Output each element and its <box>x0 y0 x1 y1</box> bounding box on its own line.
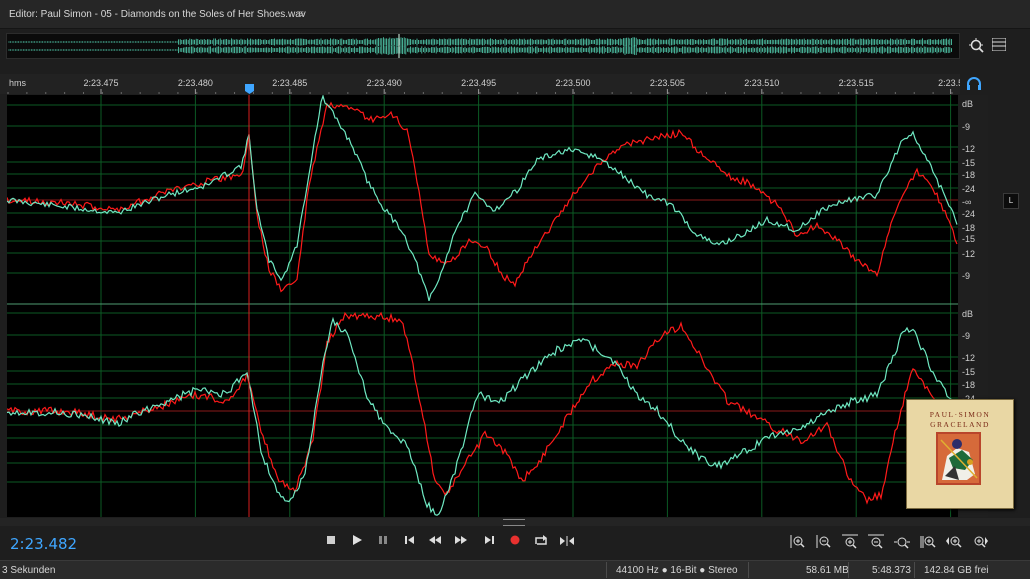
db-label: -9 <box>962 271 970 281</box>
channel-label-left[interactable]: L <box>1003 193 1019 209</box>
ruler-tick-label: 2:23.515 <box>839 78 874 88</box>
db-label: -9 <box>962 331 970 341</box>
fast-forward-button[interactable] <box>453 535 469 549</box>
db-label: -∞ <box>962 197 971 207</box>
db-label: -12 <box>962 353 975 363</box>
ruler-tick-label: 2:23.480 <box>178 78 213 88</box>
album-title-text: GRACELAND <box>930 420 990 429</box>
db-label: -18 <box>962 170 975 180</box>
record-button[interactable] <box>507 535 523 549</box>
overview-svg <box>8 34 952 58</box>
zoom-right-icon <box>974 536 988 548</box>
ruler-svg: hms 2:23.475 2:23.480 2:23.485 2:23.490 2:23… <box>7 78 960 94</box>
scrollbar-grip[interactable] <box>503 519 525 526</box>
ruler-tick-label: 2:23.5 <box>938 78 960 88</box>
loop-icon <box>535 535 547 545</box>
zoom-full-icon <box>894 537 910 549</box>
bottom-channel-green-waveform <box>7 316 958 516</box>
stop-button[interactable] <box>323 535 339 549</box>
db-label: -18 <box>962 223 975 233</box>
status-file-size: 58.61 MB <box>806 565 849 576</box>
ruler-tick-label: 2:23.510 <box>744 78 779 88</box>
zoom-in-selection-icon <box>920 536 936 548</box>
db-label: -24 <box>962 184 975 194</box>
menu-icon[interactable]: ≡ <box>298 9 304 20</box>
pause-icon <box>379 536 387 544</box>
list-icon[interactable] <box>991 37 1007 52</box>
play-button[interactable] <box>349 535 365 549</box>
db-label: dB <box>962 309 973 319</box>
rewind-icon <box>429 536 441 544</box>
top-channel-green-waveform <box>7 95 958 302</box>
status-separator <box>606 562 607 578</box>
status-format: 44100 Hz ● 16-Bit ● Stereo <box>616 565 738 576</box>
album-art: PAUL·SIMON GRACELAND <box>906 399 1014 509</box>
zoom-left-button[interactable] <box>944 534 964 550</box>
zoom-out-amplitude-button[interactable] <box>814 534 834 550</box>
skip-to-end-button[interactable] <box>481 535 497 549</box>
status-bar: 3 Sekunden 44100 Hz ● 16-Bit ● Stereo 58… <box>0 560 1030 579</box>
zoom-in-time-button[interactable] <box>840 534 860 550</box>
pause-button[interactable] <box>375 535 391 549</box>
zoom-full-button[interactable] <box>892 534 912 550</box>
skip-selection-button[interactable] <box>559 535 575 549</box>
album-artist-text: PAUL·SIMON <box>930 410 991 419</box>
zoom-in-amplitude-button[interactable] <box>788 534 808 550</box>
status-duration: 3 Sekunden <box>2 565 56 576</box>
zoom-right-button[interactable] <box>970 534 990 550</box>
status-total-time: 5:48.373 <box>872 565 911 576</box>
skip-start-icon <box>404 536 414 544</box>
db-label: -12 <box>962 144 975 154</box>
album-illustration <box>936 432 981 485</box>
fast-forward-icon <box>455 536 467 544</box>
db-label: -15 <box>962 367 975 377</box>
rewind-button[interactable] <box>427 535 443 549</box>
record-icon <box>510 535 520 545</box>
ruler-tick-label: 2:23.500 <box>555 78 590 88</box>
zoom-in-selection-button[interactable] <box>918 534 938 550</box>
skip-end-icon <box>484 536 494 544</box>
zoom-out-time-icon <box>868 534 884 549</box>
zoom-in-amplitude-icon <box>790 535 805 548</box>
waveform-svg <box>7 95 958 517</box>
overview-waveform[interactable] <box>6 33 960 59</box>
db-label: -24 <box>962 209 975 219</box>
zoom-out-amplitude-icon <box>816 535 831 548</box>
ruler-tick-label: 2:23.485 <box>272 78 307 88</box>
status-separator <box>914 562 915 578</box>
ruler-tick-label: 2:23.495 <box>461 78 496 88</box>
stop-icon <box>327 536 335 544</box>
current-time-display[interactable]: 2:23.482 <box>10 535 77 553</box>
bottom-channel-red-waveform <box>7 311 958 505</box>
skip-to-start-button[interactable] <box>401 535 417 549</box>
time-ruler[interactable]: hms 2:23.475 2:23.480 2:23.485 2:23.490 2:23… <box>0 74 960 94</box>
ruler-tick-label: 2:23.475 <box>83 78 118 88</box>
zoom-out-time-button[interactable] <box>866 534 886 550</box>
db-label: dB <box>962 99 973 109</box>
db-label: -18 <box>962 380 975 390</box>
skip-selection-icon <box>560 536 574 546</box>
top-channel-red-waveform <box>7 101 958 293</box>
db-label: -9 <box>962 122 970 132</box>
waveform-display[interactable] <box>7 95 958 517</box>
zoom-navigator-icon[interactable] <box>968 37 986 55</box>
ruler-tick-label: 2:23.505 <box>650 78 685 88</box>
editor-title: Editor: Paul Simon - 05 - Diamonds on th… <box>9 9 306 20</box>
status-separator <box>848 562 849 578</box>
play-icon <box>353 535 362 545</box>
db-label: -15 <box>962 234 975 244</box>
playhead-handle[interactable] <box>245 84 254 94</box>
status-free-space: 142.84 GB frei <box>924 565 989 576</box>
loop-playback-button[interactable] <box>533 535 549 549</box>
db-label: -15 <box>962 158 975 168</box>
zoom-in-time-icon <box>842 534 858 549</box>
ruler-tick-label: 2:23.490 <box>367 78 402 88</box>
db-label: -12 <box>962 249 975 259</box>
zoom-left-icon <box>946 536 962 548</box>
ruler-unit-label: hms <box>9 78 27 88</box>
headphone-icon[interactable] <box>966 77 982 91</box>
status-separator <box>748 562 749 578</box>
